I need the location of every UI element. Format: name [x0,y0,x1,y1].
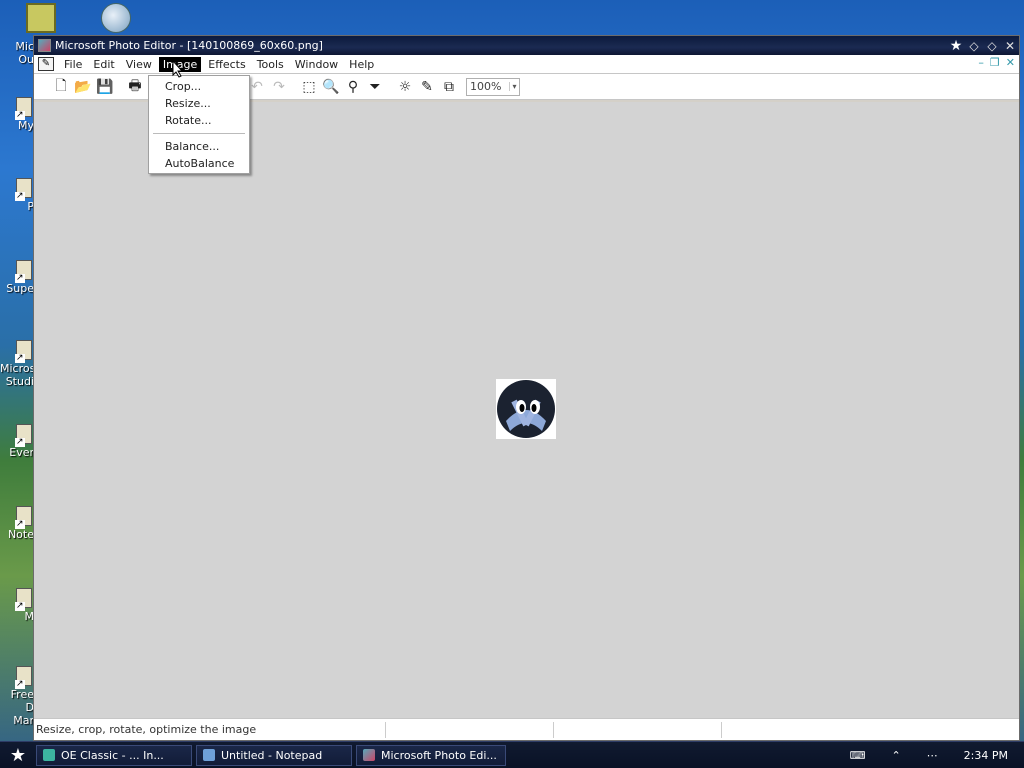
menu-item-autobalance[interactable]: AutoBalance [149,155,249,172]
menu-edit[interactable]: Edit [89,57,118,72]
keyboard-icon[interactable]: ⌨ [850,749,866,762]
taskbar-item-photo-editor[interactable]: Microsoft Photo Edi... [356,744,506,766]
network-icon[interactable]: ⋯ [927,749,938,762]
shortcut-icon [15,588,32,611]
desktop-icon-m[interactable]: M [0,588,34,623]
save-icon[interactable]: 💾 [94,76,116,98]
close-button[interactable]: ✕ [1001,38,1019,54]
shortcut-icon [15,424,32,447]
title-bar[interactable]: Microsoft Photo Editor - [140100869_60x6… [34,36,1019,55]
image-menu-dropdown: Crop... Resize... Rotate... Balance... A… [148,75,250,174]
taskbar-item-oe-classic[interactable]: OE Classic - ... In... [36,744,192,766]
doc-close-icon[interactable]: ✕ [1006,56,1015,69]
notepad-icon [203,749,215,761]
system-tray: ⌨ ⌃ ⋯ 2:34 PM [850,742,1024,768]
zoom-value: 100% [470,80,502,93]
doc-restore-icon[interactable]: ❐ [990,56,1000,69]
menu-separator [153,133,245,134]
menu-tools[interactable]: Tools [253,57,288,72]
chevron-down-icon[interactable]: ▾ [509,82,519,91]
new-file-icon[interactable]: 🗋 [50,76,72,98]
menu-help[interactable]: Help [345,57,378,72]
funnel-icon[interactable]: ⏷ [364,76,386,98]
start-button[interactable]: ★ [0,745,36,766]
desktop-icon-free[interactable]: Free DMar [0,666,34,727]
taskbar-item-notepad[interactable]: Untitled - Notepad [196,744,352,766]
status-bar: Resize, crop, rotate, optimize the image [34,718,1019,740]
menu-item-rotate[interactable]: Rotate... [149,112,249,129]
menu-view[interactable]: View [122,57,156,72]
status-cell [386,721,554,738]
menu-effects[interactable]: Effects [204,57,249,72]
redo-icon[interactable]: ↷ [268,76,290,98]
shortcut-icon [15,97,32,120]
transform-icon[interactable]: ⧉ [438,76,460,98]
menu-item-resize[interactable]: Resize... [149,95,249,112]
desktop-icon-supe[interactable]: Supe [0,260,34,295]
pin-icon[interactable]: ⚲ [342,76,364,98]
select-icon[interactable]: ⬚ [298,76,320,98]
window-title: Microsoft Photo Editor - [140100869_60x6… [55,39,323,52]
photo-editor-app-icon [38,39,51,52]
brush-icon[interactable]: ✎ [416,76,438,98]
clock[interactable]: 2:34 PM [964,749,1008,762]
shortcut-icon [15,260,32,283]
desktop-icon-p[interactable]: P [0,178,34,213]
status-cell [554,721,722,738]
desktop-icon-my[interactable]: My [0,97,34,132]
menu-item-crop[interactable]: Crop... [149,78,249,95]
star-icon[interactable]: ★ [947,38,965,54]
shortcut-desktop-icon[interactable] [101,3,131,33]
outlook-desktop-icon[interactable] [26,3,56,33]
shortcut-icon [15,666,32,689]
shortcut-icon [15,178,32,201]
brightness-icon[interactable]: ☼ [394,76,416,98]
doc-minimize-icon[interactable]: – [978,56,984,69]
photo-editor-icon [363,749,375,761]
menu-item-balance[interactable]: Balance... [149,138,249,155]
open-folder-icon[interactable]: 📂 [72,76,94,98]
menu-window[interactable]: Window [291,57,342,72]
mouse-cursor-icon [172,60,184,78]
desktop-icon-ever[interactable]: Ever [0,424,34,459]
desktop-icon-mic[interactable]: Mic Ou [0,40,34,66]
taskbar: ★ OE Classic - ... In... Untitled - Note… [0,741,1024,768]
status-text: Resize, crop, rotate, optimize the image [34,721,386,738]
zoom-select[interactable]: 100% ▾ [466,77,520,96]
oe-classic-icon [43,749,55,761]
desktop-icon-studio[interactable]: MicrosoStudi [0,340,42,388]
shortcut-icon [15,506,32,529]
shortcut-icon [15,340,32,363]
desktop-icon-note[interactable]: Note [0,506,34,541]
print-icon[interactable]: 🖶 [124,76,146,98]
tray-arrow-icon[interactable]: ⌃ [891,749,900,762]
zoom-icon[interactable]: 🔍 [320,76,342,98]
minimize-button[interactable]: ◇ [965,38,983,54]
image-workspace[interactable] [34,102,1019,719]
document-icon[interactable]: ✎ [38,57,54,71]
maximize-button[interactable]: ◇ [983,38,1001,54]
image-canvas[interactable] [496,379,556,439]
menu-file[interactable]: File [60,57,86,72]
